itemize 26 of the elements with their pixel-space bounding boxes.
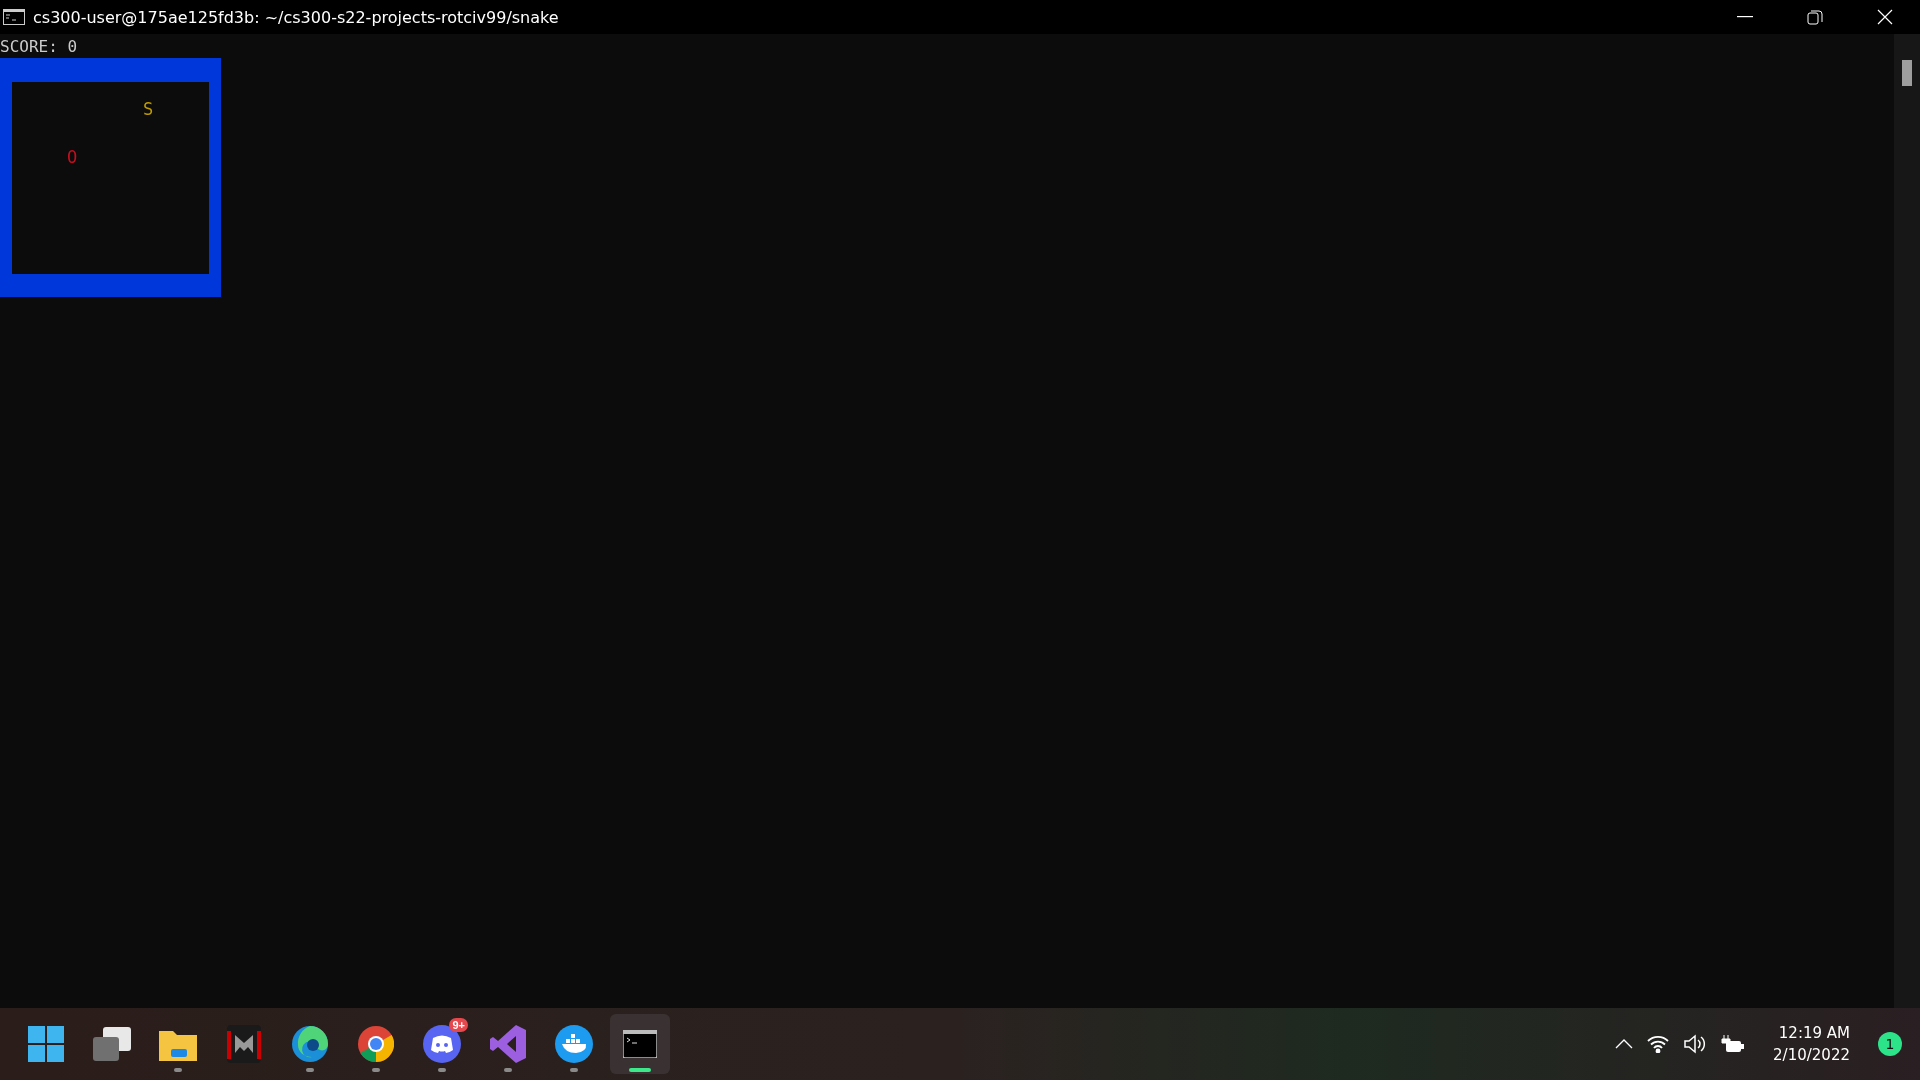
wifi-icon[interactable] (1647, 1035, 1670, 1053)
window-title: cs300-user@175ae125fd3b: ~/cs300-s22-projects-rotciv99/snake (33, 7, 560, 27)
taskbar-app-button[interactable]: 9+ (412, 1014, 472, 1074)
score-text: SCORE: 0 (0, 37, 79, 58)
infinity-logo-icon (490, 1025, 526, 1063)
terminal-window-icon (623, 1030, 657, 1058)
chrome-logo-icon (358, 1026, 394, 1062)
battery-charging-icon[interactable] (1721, 1034, 1746, 1054)
close-icon (1877, 9, 1893, 25)
windows-logo-icon (28, 1026, 64, 1062)
scrollbar-thumb[interactable] (1902, 60, 1912, 86)
speaker-icon[interactable] (1683, 1034, 1708, 1054)
wave-logo-icon (291, 1025, 329, 1063)
chevron-up-icon[interactable] (1615, 1039, 1634, 1049)
terminal-window-icon (3, 9, 25, 25)
snake-glyph: S (143, 99, 154, 119)
clock[interactable]: 12:19 AM 2/10/2022 (1767, 1021, 1856, 1067)
food-glyph: O (67, 147, 78, 167)
notification-badge: 9+ (449, 1018, 468, 1032)
restore-icon (1807, 9, 1823, 25)
whale-logo-icon (555, 1025, 593, 1063)
task-view-icon (93, 1027, 131, 1061)
taskbar-app-button[interactable] (610, 1014, 670, 1074)
minimize-icon (1737, 16, 1753, 18)
notification-count[interactable]: 1 (1878, 1032, 1902, 1056)
shield-logo-icon (227, 1025, 261, 1063)
